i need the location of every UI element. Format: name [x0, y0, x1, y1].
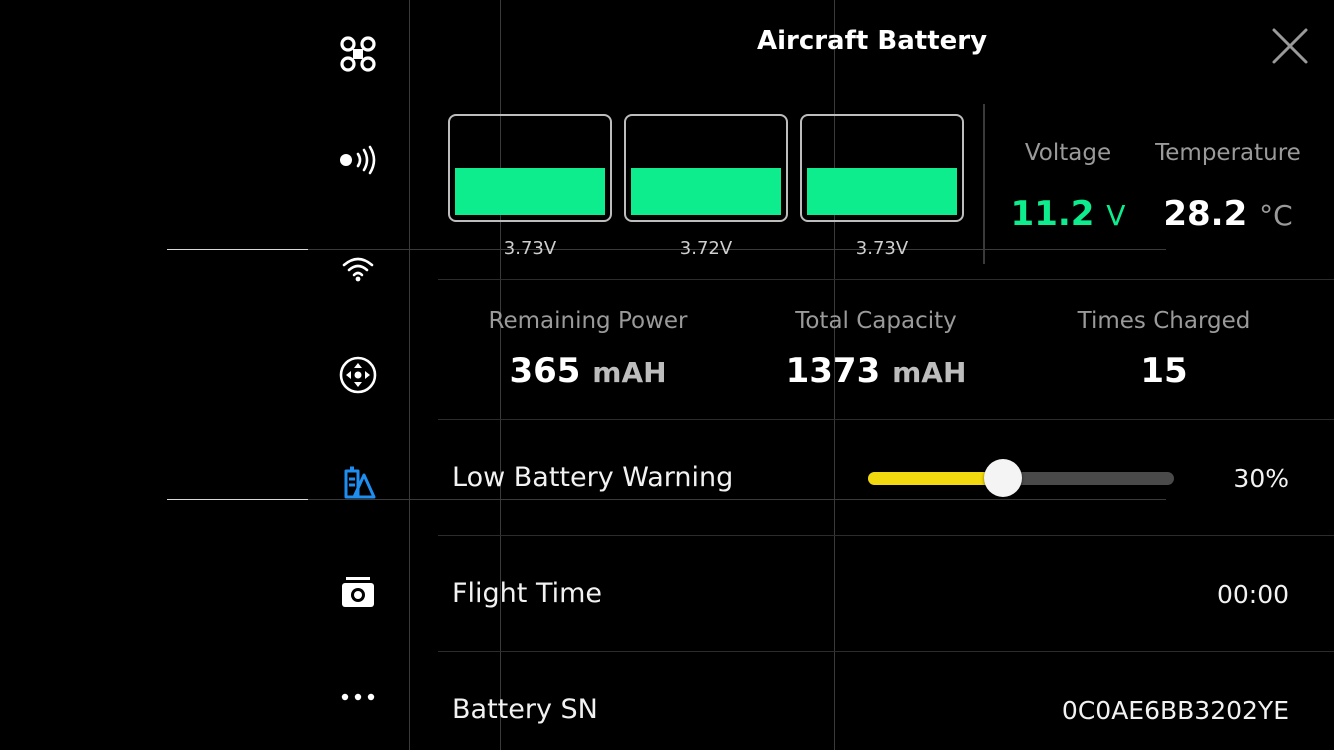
gimbal-control-icon [339, 356, 377, 394]
temperature-value: 28.2 °C [1148, 194, 1308, 234]
guide-line-horizontal [167, 249, 308, 250]
battery-cell-3 [800, 114, 964, 222]
sidebar-item-aircraft[interactable] [333, 29, 383, 79]
section-separator [438, 651, 1334, 652]
slider-fill [868, 472, 1003, 485]
total-capacity-number: 1373 [785, 351, 881, 391]
total-capacity-value: 1373 mAH [746, 351, 1006, 391]
battery-cell-2 [624, 114, 788, 222]
close-button[interactable] [1266, 22, 1314, 70]
low-battery-warning-label: Low Battery Warning [452, 462, 734, 493]
voltage-number: 11.2 [1010, 194, 1095, 234]
total-capacity-label: Total Capacity [795, 308, 957, 334]
section-separator [438, 279, 1334, 280]
voltage-unit: V [1106, 199, 1126, 232]
flight-time-label: Flight Time [452, 578, 603, 609]
divider [983, 104, 985, 264]
remaining-power-number: 365 [509, 351, 581, 391]
guide-line-horizontal [300, 499, 1166, 500]
wifi-icon [342, 257, 374, 282]
times-charged-label: Times Charged [1077, 308, 1251, 334]
section-separator [438, 535, 1334, 536]
battery-cell-1 [448, 114, 612, 222]
guide-line-vertical [409, 0, 410, 750]
flight-time-value: 00:00 [1216, 580, 1289, 609]
more-icon [341, 693, 375, 701]
page-title: Aircraft Battery [756, 26, 988, 56]
cell-voltage-1: 3.73V [503, 238, 557, 259]
sidebar-item-more[interactable] [333, 672, 383, 722]
battery-sn-label: Battery SN [452, 694, 598, 725]
sidebar-item-signal[interactable] [333, 135, 383, 185]
sidebar-item-gimbal[interactable] [333, 350, 383, 400]
total-capacity-unit: mAH [892, 356, 967, 389]
temperature-number: 28.2 [1163, 194, 1248, 234]
signal-icon [340, 145, 376, 175]
times-charged-value: 15 [1140, 351, 1188, 391]
sidebar-item-battery[interactable] [333, 458, 383, 508]
sidebar-item-camera[interactable] [333, 567, 383, 617]
close-icon [1272, 28, 1308, 64]
temperature-unit: °C [1259, 199, 1293, 232]
voltage-value: 11.2 V [1000, 194, 1136, 234]
cell-level-bar [455, 168, 605, 215]
guide-line-horizontal [167, 499, 308, 500]
remaining-power-label: Remaining Power [488, 308, 688, 334]
cell-voltage-3: 3.73V [855, 238, 909, 259]
remaining-power-value: 365 mAH [458, 351, 718, 391]
section-separator [438, 419, 1334, 420]
voltage-label: Voltage [1024, 140, 1112, 166]
slider-thumb[interactable] [984, 459, 1022, 497]
temperature-label: Temperature [1155, 140, 1301, 166]
low-battery-warning-value: 30% [1233, 464, 1289, 493]
sidebar-item-wifi[interactable] [333, 243, 383, 293]
low-battery-warning-slider[interactable] [868, 459, 1174, 497]
aircraft-icon [340, 36, 376, 72]
battery-settings-icon [344, 466, 376, 499]
cell-level-bar [631, 168, 781, 215]
cell-level-bar [807, 168, 957, 215]
cell-voltage-2: 3.72V [679, 238, 733, 259]
battery-sn-value: 0C0AE6BB3202YE [1061, 696, 1289, 725]
camera-icon [342, 577, 374, 607]
remaining-power-unit: mAH [592, 356, 667, 389]
